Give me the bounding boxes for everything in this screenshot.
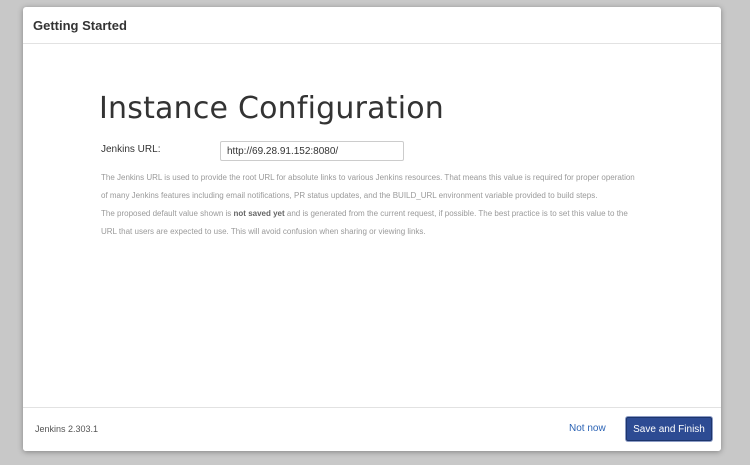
dialog-header: Getting Started [23, 7, 721, 44]
help-text-bold: not saved yet [233, 209, 285, 218]
dialog-body: Instance Configuration Jenkins URL: The … [23, 44, 721, 407]
help-paragraph-1: The Jenkins URL is used to provide the r… [101, 173, 635, 200]
dialog-title: Getting Started [33, 17, 127, 33]
setup-wizard-dialog: Getting Started Instance Configuration J… [23, 7, 721, 451]
jenkins-url-label: Jenkins URL: [101, 144, 161, 155]
help-paragraph-2: The proposed default value shown is not … [101, 205, 641, 241]
help-text: The Jenkins URL is used to provide the r… [101, 169, 641, 241]
version-label: Jenkins 2.303.1 [35, 424, 99, 434]
jenkins-url-input[interactable] [220, 141, 404, 161]
not-now-button[interactable]: Not now [565, 421, 610, 436]
save-and-finish-button[interactable]: Save and Finish [626, 417, 712, 441]
help-text-before: The proposed default value shown is [101, 209, 234, 218]
dialog-footer: Jenkins 2.303.1 Not now Save and Finish [23, 407, 721, 451]
jenkins-url-row: Jenkins URL: [101, 141, 621, 163]
page-title: Instance Configuration [99, 91, 444, 126]
